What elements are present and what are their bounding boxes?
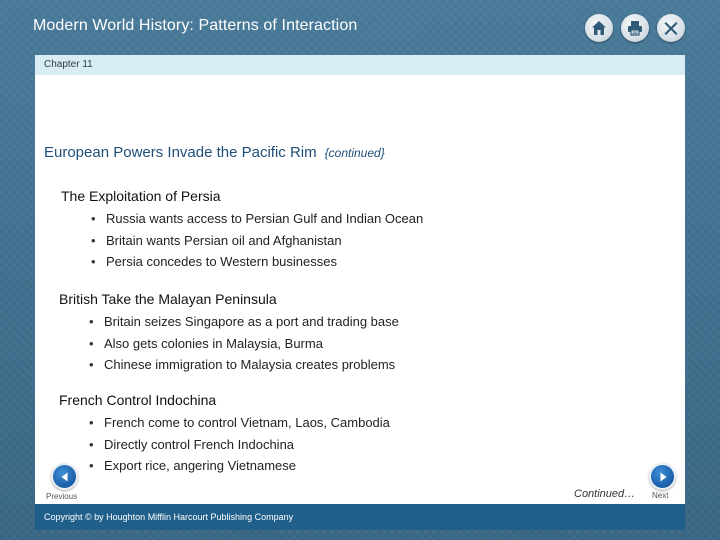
list-item: Chinese immigration to Malaysia creates …	[89, 357, 395, 372]
chapter-label: Chapter 11	[44, 59, 93, 70]
list-item: Russia wants access to Persian Gulf and …	[91, 211, 423, 226]
print-icon	[628, 21, 642, 36]
section-heading-indochina: French Control Indochina	[59, 392, 217, 408]
close-icon	[664, 22, 678, 35]
arrow-right-icon	[660, 472, 666, 481]
copyright-text: Copyright © by Houghton Mifflin Harcourt…	[44, 512, 294, 522]
home-button[interactable]	[585, 14, 613, 42]
next-label[interactable]: Next	[652, 491, 668, 500]
slide-title: European Powers Invade the Pacific Rim {c…	[44, 144, 385, 161]
continued-label: Continued…	[574, 488, 636, 500]
list-item: Also gets colonies in Malaysia, Burma	[89, 336, 323, 351]
arrow-left-icon	[61, 472, 67, 481]
app-title: Modern World History: Patterns of Intera…	[33, 17, 358, 34]
footer-bar: Copyright © by Houghton Mifflin Harcourt…	[35, 504, 685, 530]
home-icon	[592, 21, 606, 35]
list-item: Persia concedes to Western businesses	[91, 254, 337, 269]
list-item: Export rice, angering Vietnamese	[89, 458, 296, 473]
list-item: Directly control French Indochina	[89, 437, 294, 452]
slide-title-text: European Powers Invade the Pacific Rim	[44, 144, 317, 161]
section-heading-malaya: British Take the Malayan Peninsula	[59, 291, 277, 307]
section-heading-persia: The Exploitation of Persia	[61, 188, 221, 204]
slide-panel: Chapter 11 European Powers Invade the Pa…	[35, 55, 685, 530]
print-button[interactable]	[621, 14, 649, 42]
previous-button[interactable]	[51, 463, 78, 490]
previous-label[interactable]: Previous	[46, 492, 77, 501]
list-item: Britain wants Persian oil and Afghanista…	[91, 233, 342, 248]
next-button[interactable]	[649, 463, 676, 490]
list-item: French come to control Vietnam, Laos, Ca…	[89, 415, 390, 430]
continued-tag: {continued}	[324, 146, 385, 160]
chapter-bar: Chapter 11	[35, 55, 685, 75]
list-item: Britain seizes Singapore as a port and t…	[89, 314, 399, 329]
close-button[interactable]	[657, 14, 685, 42]
